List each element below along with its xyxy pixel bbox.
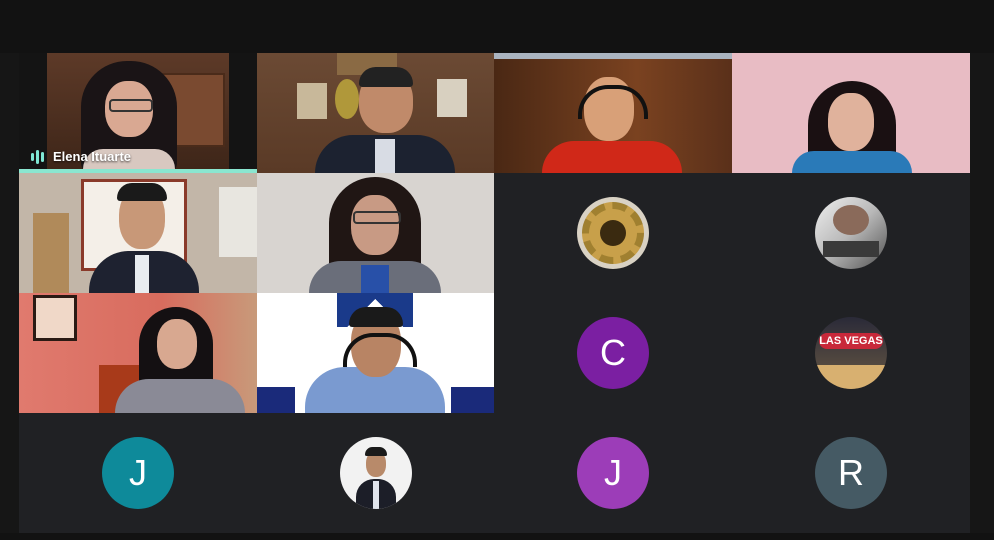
- participant-tile-7[interactable]: [494, 173, 732, 293]
- participant-tile-14[interactable]: [257, 413, 494, 533]
- participant-tile-6[interactable]: [257, 173, 494, 293]
- participant-tile-15[interactable]: J: [494, 413, 732, 533]
- participant-tile-8[interactable]: [732, 173, 970, 293]
- participant-tile-10[interactable]: [257, 293, 494, 413]
- participant-tile-4[interactable]: [732, 53, 970, 173]
- participant-video: [19, 293, 257, 413]
- participant-tile-16[interactable]: R: [732, 413, 970, 533]
- side-margin-left: [0, 53, 19, 533]
- participant-tile-12[interactable]: LAS VEGAS: [732, 293, 970, 413]
- bottom-bar: [0, 533, 994, 540]
- participant-avatar: [815, 197, 887, 269]
- audio-level-icon: [31, 149, 44, 164]
- side-margin-right: [970, 53, 994, 533]
- participant-initial: R: [838, 452, 864, 493]
- participant-tile-9[interactable]: [19, 293, 257, 413]
- participant-video: [257, 293, 494, 413]
- participant-avatar: [577, 197, 649, 269]
- participant-video: [257, 173, 494, 293]
- participant-name-tag: Elena Ituarte: [31, 149, 131, 164]
- participant-video: [19, 173, 257, 293]
- participant-initial: J: [604, 452, 622, 493]
- participant-avatar: R: [815, 437, 887, 509]
- participant-avatar: LAS VEGAS: [815, 317, 887, 389]
- participant-avatar: [339, 437, 412, 509]
- participant-tile-11[interactable]: C: [494, 293, 732, 413]
- top-bar: [0, 0, 994, 53]
- participant-tile-3[interactable]: [494, 53, 732, 173]
- participant-initial: C: [600, 332, 626, 373]
- participant-initial: J: [129, 452, 147, 493]
- participant-name: Elena Ituarte: [53, 149, 132, 164]
- participant-grid: Elena Ituarte C LAS VEGAS J J R: [19, 53, 970, 533]
- participant-video: [257, 53, 494, 173]
- participant-video: [494, 53, 732, 173]
- participant-avatar: J: [102, 437, 174, 509]
- participant-avatar: J: [577, 437, 649, 509]
- participant-tile-elena-ituarte[interactable]: Elena Ituarte: [19, 53, 257, 173]
- participant-video: [732, 53, 970, 173]
- participant-tile-13[interactable]: J: [19, 413, 257, 533]
- company-logo-letters: [257, 387, 295, 413]
- participant-tile-5[interactable]: [19, 173, 257, 293]
- gear-emblem-icon: [582, 202, 644, 264]
- participant-avatar: C: [577, 317, 649, 389]
- las-vegas-sign-text: LAS VEGAS: [819, 333, 883, 349]
- participant-tile-2[interactable]: [257, 53, 494, 173]
